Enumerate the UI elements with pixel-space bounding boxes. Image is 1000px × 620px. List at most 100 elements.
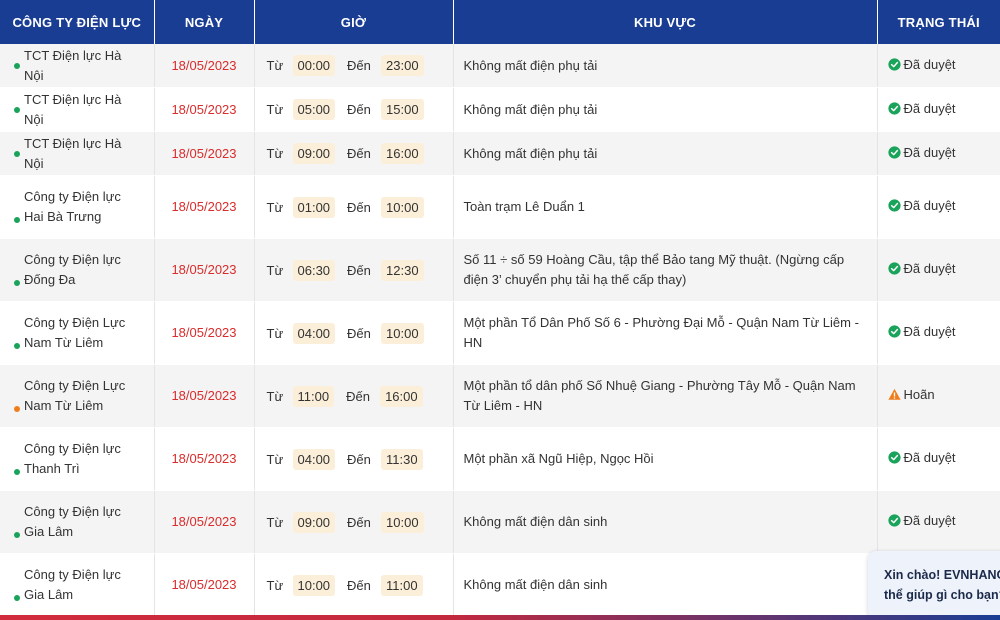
chat-greeting-bubble[interactable]: Xin chào! EVNHANOI có thể giúp gì cho bạ… — [868, 551, 1000, 619]
company-cell: TCT Điện lực Hà Nội — [0, 131, 155, 176]
check-circle-icon — [887, 513, 901, 533]
time-cell: Từ 09:00 Đến 16:00 — [254, 131, 454, 176]
time-cell: Từ 05:00 Đến 15:00 — [254, 87, 454, 132]
area-cell: Không mất điện phụ tải — [453, 44, 878, 88]
header-area[interactable]: KHU VỰC — [453, 0, 878, 44]
date-cell: 18/05/2023 — [154, 44, 255, 88]
company-name: Công ty Điện lực Gia Lâm — [24, 567, 121, 602]
to-time: 10:00 — [381, 322, 424, 344]
to-time: 10:00 — [381, 196, 424, 218]
table-row[interactable]: Công ty Điện lực Gia Lâm 18/05/2023 Từ 10:0… — [0, 553, 1000, 617]
from-time: 06:30 — [292, 259, 336, 281]
company-name: Công ty Điện lực Hai Bà Trưng — [24, 189, 121, 224]
header-status[interactable]: TRẠNG THÁI — [877, 0, 1000, 44]
from-label: Từ — [266, 262, 284, 278]
company-cell: Công ty Điện Lực Nam Từ Liêm — [0, 364, 155, 428]
check-circle-icon — [887, 101, 901, 121]
from-label: Từ — [266, 514, 284, 530]
time-cell: Từ 00:00 Đến 23:00 — [254, 44, 454, 88]
company-name: TCT Điện lực Hà Nội — [24, 135, 122, 171]
company-cell: Công ty Điện lực Gia Lâm — [0, 490, 155, 554]
status-text: Đã duyệt — [903, 324, 956, 339]
company-name: TCT Điện lực Hà Nội — [24, 47, 122, 83]
table-row[interactable]: Công ty Điện Lực Nam Từ Liêm 18/05/2023 Từ… — [0, 364, 1000, 428]
table-row[interactable]: TCT Điện lực Hà Nội 18/05/2023 Từ 09:00 Đến 1… — [0, 131, 1000, 176]
from-time: 00:00 — [292, 55, 336, 76]
to-time: 12:30 — [381, 259, 424, 281]
status-text: Đã duyệt — [903, 100, 956, 116]
time-cell: Từ 01:00 Đến 10:00 — [254, 175, 454, 239]
table-row[interactable]: Công ty Điện lực Gia Lâm 18/05/2023 Từ 09:0… — [0, 490, 1000, 554]
from-time: 11:00 — [292, 385, 335, 407]
header-date[interactable]: NGÀY — [154, 0, 255, 44]
from-label: Từ — [266, 388, 284, 404]
table-row[interactable]: Công ty Điện lực Hai Bà Trưng 18/05/2023 T… — [0, 175, 1000, 239]
status-cell: Đã duyệt — [877, 427, 1000, 491]
to-label: Đến — [347, 325, 371, 341]
status-cell: Đã duyệt — [877, 44, 1000, 88]
company-name: Công ty Điện lực Đống Đa — [24, 252, 121, 287]
status-text: Đã duyệt — [903, 513, 956, 528]
to-time: 23:00 — [381, 55, 424, 76]
dot-bullet-icon — [14, 217, 20, 223]
status-text: Đã duyệt — [903, 198, 956, 213]
from-label: Từ — [266, 577, 284, 593]
table-row[interactable]: Công ty Điện lực Thanh Trì 18/05/2023 Từ 04… — [0, 427, 1000, 491]
warning-triangle-icon — [887, 387, 901, 407]
dot-bullet-icon — [14, 150, 20, 157]
date-cell: 18/05/2023 — [154, 490, 255, 554]
from-label: Từ — [266, 146, 284, 161]
header-time[interactable]: GIỜ — [254, 0, 454, 44]
dot-bullet-icon — [14, 532, 20, 538]
from-time: 04:00 — [292, 322, 336, 344]
dot-bullet-icon — [14, 406, 20, 412]
table-row[interactable]: Công ty Điện lực Đống Đa 18/05/2023 Từ 06:3… — [0, 238, 1000, 302]
status-text: Đã duyệt — [903, 450, 956, 465]
chat-greeting-line2: thể giúp gì cho bạn? — [884, 588, 1000, 602]
date-cell: 18/05/2023 — [154, 238, 255, 302]
date-cell: 18/05/2023 — [154, 553, 255, 617]
to-label: Đến — [347, 58, 371, 73]
from-time: 01:00 — [292, 196, 336, 218]
dot-bullet-icon — [14, 62, 20, 69]
from-label: Từ — [266, 58, 284, 73]
header-company[interactable]: CÔNG TY ĐIỆN LỰC — [0, 0, 155, 44]
from-label: Từ — [266, 451, 284, 467]
from-time: 10:00 — [292, 574, 336, 596]
to-time: 16:00 — [380, 385, 423, 407]
area-cell: Một phần Tổ Dân Phố Số 6 - Phường Đại Mỗ… — [453, 301, 878, 365]
status-text: Đã duyệt — [903, 56, 956, 72]
company-name: Công ty Điện lực Gia Lâm — [24, 504, 121, 539]
date-cell: 18/05/2023 — [154, 131, 255, 176]
status-text: Đã duyệt — [903, 144, 956, 160]
to-time: 15:00 — [381, 99, 424, 120]
check-circle-icon — [887, 198, 901, 218]
status-text: Đã duyệt — [903, 261, 956, 276]
bottom-accent-bar — [0, 615, 1000, 620]
status-text: Hoãn — [903, 387, 935, 402]
to-time: 11:00 — [381, 574, 423, 596]
status-cell: Đã duyệt — [877, 490, 1000, 554]
area-cell: Một phần xã Ngũ Hiệp, Ngọc Hồi — [453, 427, 878, 491]
dot-bullet-icon — [14, 343, 20, 349]
table-row[interactable]: TCT Điện lực Hà Nội 18/05/2023 Từ 00:00 Đến 2… — [0, 44, 1000, 88]
check-circle-icon — [887, 261, 901, 281]
area-cell: Không mất điện phụ tải — [453, 131, 878, 176]
to-label: Đến — [347, 146, 371, 161]
status-cell: Đã duyệt — [877, 301, 1000, 365]
table-row[interactable]: TCT Điện lực Hà Nội 18/05/2023 Từ 05:00 Đến 1… — [0, 87, 1000, 132]
check-circle-icon — [887, 57, 901, 77]
to-label: Đến — [347, 199, 371, 215]
date-cell: 18/05/2023 — [154, 175, 255, 239]
to-label: Đến — [346, 388, 370, 404]
check-circle-icon — [887, 324, 901, 344]
status-cell: Đã duyệt — [877, 131, 1000, 176]
table-row[interactable]: Công ty Điện Lực Nam Từ Liêm 18/05/2023 Từ… — [0, 301, 1000, 365]
status-cell: Đã duyệt — [877, 87, 1000, 132]
table-header: CÔNG TY ĐIỆN LỰC NGÀY GIỜ KHU VỰC TRẠNG … — [0, 0, 1000, 44]
to-time: 16:00 — [381, 143, 424, 164]
area-cell: Không mất điện dân sinh — [453, 490, 878, 554]
from-time: 04:00 — [292, 448, 336, 470]
area-cell: Không mất điện dân sinh — [453, 553, 878, 617]
chat-greeting-line1: Xin chào! EVNHANOI có — [884, 568, 1000, 582]
